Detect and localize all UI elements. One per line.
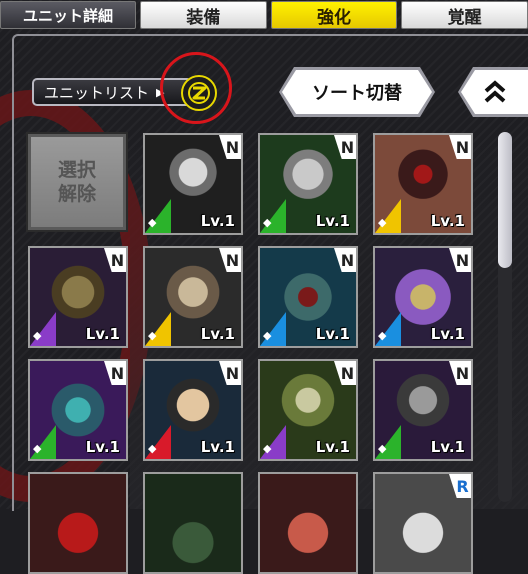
- double-chevron-up-icon: [484, 80, 505, 103]
- deselect-label-line2: 解除: [57, 183, 96, 205]
- unit-card[interactable]: [143, 472, 243, 574]
- red-helmet-portrait: [30, 474, 126, 572]
- attribute-purple-icon: ◆: [30, 312, 56, 346]
- level-label: Lv.1: [200, 212, 235, 230]
- unit-card[interactable]: N ◆ Lv.1: [143, 133, 243, 235]
- scrollbar-thumb[interactable]: [498, 132, 512, 268]
- attribute-blue-icon: ◆: [375, 312, 401, 346]
- unit-card[interactable]: N ◆ Lv.1: [143, 246, 243, 348]
- attribute-yellow-icon: ◆: [375, 199, 401, 233]
- level-label: Lv.1: [430, 212, 465, 230]
- unit-card[interactable]: N ◆ Lv.1: [258, 133, 358, 235]
- tab-equipment[interactable]: 装備: [140, 1, 267, 29]
- level-label: Lv.1: [85, 438, 120, 456]
- unit-list-label: ユニットリスト: [44, 83, 150, 102]
- deselect-label-line1: 選択: [57, 159, 96, 181]
- level-label: Lv.1: [315, 438, 350, 456]
- level-label: Lv.1: [315, 325, 350, 343]
- sort-toggle-button[interactable]: ソート切替: [282, 70, 432, 114]
- unit-card[interactable]: R: [373, 472, 473, 574]
- attribute-green-icon: ◆: [260, 199, 286, 233]
- unit-card[interactable]: N ◆ Lv.1: [373, 133, 473, 235]
- attribute-purple-icon: ◆: [260, 425, 286, 459]
- unit-card[interactable]: N ◆ Lv.1: [143, 359, 243, 461]
- spiky-hair-portrait: [145, 474, 241, 572]
- level-label: Lv.1: [85, 325, 120, 343]
- level-label: Lv.1: [430, 325, 465, 343]
- unit-card[interactable]: N ◆ Lv.1: [258, 359, 358, 461]
- unit-card[interactable]: N ◆ Lv.1: [373, 246, 473, 348]
- attribute-green-icon: ◆: [145, 199, 171, 233]
- highlight-circle: [160, 52, 232, 124]
- tab-enhance[interactable]: 強化: [270, 1, 398, 29]
- level-label: Lv.1: [200, 325, 235, 343]
- tab-unit-details[interactable]: ユニット詳細: [0, 1, 136, 29]
- attribute-green-icon: ◆: [375, 425, 401, 459]
- red-beast-portrait: [260, 474, 356, 572]
- collapse-button[interactable]: [461, 70, 528, 114]
- unit-card[interactable]: N ◆ Lv.1: [373, 359, 473, 461]
- unit-card[interactable]: N ◆ Lv.1: [28, 359, 128, 461]
- tab-awaken[interactable]: 覚醒: [401, 1, 528, 29]
- level-label: Lv.1: [200, 438, 235, 456]
- unit-card[interactable]: N ◆ Lv.1: [28, 246, 128, 348]
- unit-card[interactable]: N ◆ Lv.1: [258, 246, 358, 348]
- attribute-red-icon: ◆: [145, 425, 171, 459]
- level-label: Lv.1: [430, 438, 465, 456]
- attribute-green-icon: ◆: [30, 425, 56, 459]
- unit-card[interactable]: [258, 472, 358, 574]
- attribute-blue-icon: ◆: [260, 312, 286, 346]
- tab-bar: ユニット詳細 装備 強化 覚醒: [0, 0, 528, 29]
- level-label: Lv.1: [315, 212, 350, 230]
- attribute-yellow-icon: ◆: [145, 312, 171, 346]
- deselect-button[interactable]: 選択 解除: [26, 132, 128, 232]
- unit-card[interactable]: [28, 472, 128, 574]
